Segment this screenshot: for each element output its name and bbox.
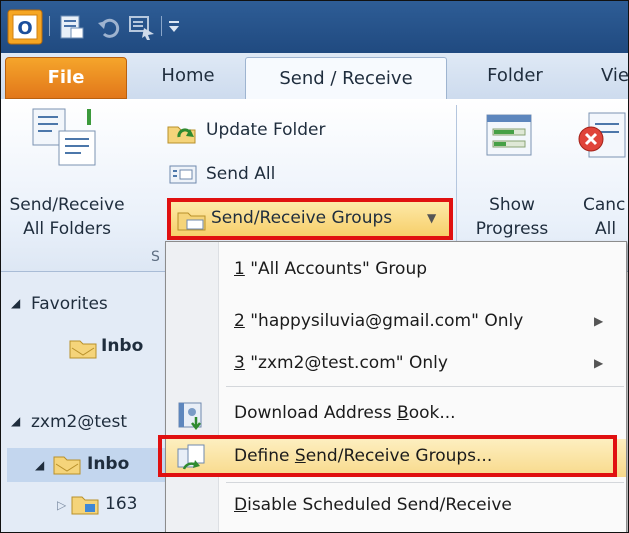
menu-item-key: D <box>234 495 248 515</box>
folder-icon <box>71 496 99 515</box>
tab-send-receive[interactable]: Send / Receive <box>245 57 447 100</box>
menu-item-download-address-book[interactable]: Download Address Book... <box>166 392 626 438</box>
customize-view-icon[interactable] <box>128 14 156 40</box>
highlight-box <box>158 435 617 477</box>
qa-separator <box>161 16 162 36</box>
inbox-folder-icon <box>69 340 97 359</box>
tab-folder[interactable]: Folder <box>467 53 563 99</box>
menu-item-label: Disable Scheduled Send/Receive <box>234 495 512 515</box>
menu-item-text: ook... <box>408 403 456 423</box>
menu-item-key: 3 <box>234 353 245 373</box>
menu-item-text: "zxm2@test.com" Only <box>244 353 448 373</box>
collapse-triangle-icon[interactable]: ◢ <box>11 296 20 310</box>
menu-item-zxm2-only[interactable]: 3 "zxm2@test.com" Only ▶ <box>166 342 626 388</box>
cancel-all-label-2: All <box>595 219 617 239</box>
chevron-down-icon: ▼ <box>427 211 437 225</box>
menu-item-label: Download Address Book... <box>234 403 456 423</box>
show-progress-label-1: Show <box>489 195 535 215</box>
customize-quick-access-icon[interactable] <box>167 17 183 35</box>
menu-separator <box>226 482 624 483</box>
ribbon-tab-row: File Home Send / Receive Folder Vie <box>1 53 628 100</box>
outlook-app-icon[interactable]: O <box>7 9 43 45</box>
show-progress-icon <box>486 114 532 156</box>
menu-item-key: B <box>397 403 409 423</box>
send-receive-all-folders-button[interactable]: Send/Receive All Folders <box>1 193 133 241</box>
menu-item-label: 1 "All Accounts" Group <box>234 259 427 279</box>
menu-item-label: 3 "zxm2@test.com" Only <box>234 353 448 373</box>
collapse-triangle-icon[interactable]: ◢ <box>11 414 20 428</box>
account-header[interactable]: zxm2@test <box>31 412 127 432</box>
menu-item-happysiluvia-only[interactable]: 2 "happysiluvia@gmail.com" Only ▶ <box>166 300 626 346</box>
update-folder-button[interactable]: Update Folder <box>206 120 326 140</box>
address-book-download-icon <box>178 402 202 431</box>
tab-view[interactable]: Vie <box>581 53 628 99</box>
inbox-folder-icon <box>53 456 81 475</box>
menu-item-key: 2 <box>234 311 245 331</box>
qa-separator <box>49 16 50 36</box>
cancel-all-button[interactable]: Canc All <box>583 193 628 241</box>
outlook-window: O File Home Send / Receive Folder Vie Se… <box>0 0 629 533</box>
show-progress-label-2: Progress <box>475 219 549 239</box>
subfolder-163[interactable]: 163 <box>105 494 137 514</box>
chevron-right-icon: ▶ <box>594 314 604 328</box>
expand-triangle-icon[interactable]: ▷ <box>57 498 66 512</box>
send-receive-all-icon <box>32 108 96 166</box>
favorite-inbox[interactable]: Inbo <box>101 336 143 356</box>
navigation-pane: ◢ Favorites Inbo ◢ zxm2@test ◢ Inbo ▷ 16… <box>1 272 171 532</box>
menu-item-label: 2 "happysiluvia@gmail.com" Only <box>234 311 523 331</box>
collapse-triangle-icon[interactable]: ◢ <box>35 458 44 472</box>
show-progress-button[interactable]: Show Progress <box>467 193 557 241</box>
send-receive-all-label-1: Send/Receive <box>9 195 125 215</box>
menu-separator <box>226 386 624 387</box>
send-receive-groups-icon <box>177 212 206 231</box>
send-receive-groups-label: Send/Receive Groups <box>211 208 393 228</box>
cancel-all-icon <box>578 112 626 158</box>
ribbon-group-label: S <box>151 249 160 265</box>
send-all-icon <box>169 165 197 184</box>
menu-item-text: "happysiluvia@gmail.com" Only <box>244 311 524 331</box>
svg-text:O: O <box>17 18 32 39</box>
menu-item-text: "All Accounts" Group <box>244 259 428 279</box>
account-inbox[interactable]: Inbo <box>87 454 129 474</box>
menu-item-text: Download Address <box>234 403 398 423</box>
menu-item-text: isable Scheduled Send/Receive <box>247 495 512 515</box>
send-all-button[interactable]: Send All <box>206 164 275 184</box>
menu-item-key: 1 <box>234 259 245 279</box>
send-receive-quick-icon[interactable] <box>59 14 85 40</box>
send-receive-all-label-2: All Folders <box>23 219 111 239</box>
tab-file[interactable]: File <box>5 57 127 99</box>
send-receive-groups-button[interactable]: Send/Receive Groups ▼ <box>167 198 453 240</box>
send-receive-groups-menu: 1 "All Accounts" Group 2 "happysiluvia@g… <box>158 241 627 532</box>
favorites-header[interactable]: Favorites <box>31 294 108 314</box>
chevron-right-icon: ▶ <box>594 356 604 370</box>
title-bar: O <box>1 1 628 53</box>
menu-item-all-accounts-group[interactable]: 1 "All Accounts" Group <box>166 248 626 294</box>
undo-icon[interactable] <box>96 14 122 40</box>
menu-item-disable-scheduled-send-receive[interactable]: Disable Scheduled Send/Receive <box>166 484 626 530</box>
cancel-all-label-1: Canc <box>583 195 626 215</box>
tab-home[interactable]: Home <box>141 53 235 99</box>
update-folder-icon <box>167 126 196 144</box>
